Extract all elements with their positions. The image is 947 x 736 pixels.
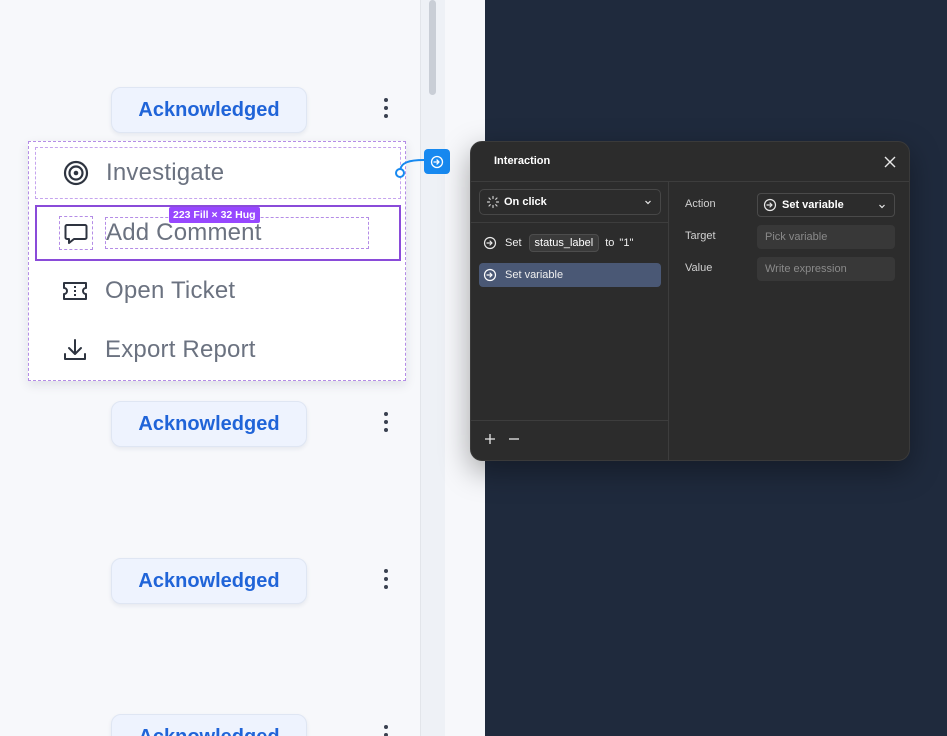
target-icon	[59, 156, 93, 190]
design-canvas[interactable]: Acknowledged Investigate Add Comment Ope…	[0, 0, 420, 736]
action-value: "1"	[619, 237, 634, 249]
download-icon	[58, 333, 92, 367]
divider	[471, 222, 669, 223]
set-variable-icon	[483, 268, 497, 282]
target-field[interactable]: Pick variable	[757, 225, 895, 249]
panel-title: Interaction	[494, 155, 551, 167]
scrollbar-thumb[interactable]	[429, 0, 436, 95]
action-dropdown[interactable]: Set variable	[757, 193, 895, 217]
click-trigger-icon	[486, 195, 500, 209]
more-options-icon[interactable]	[377, 95, 395, 121]
chevron-down-icon	[645, 200, 651, 205]
ticket-icon	[58, 274, 92, 308]
acknowledged-button[interactable]: Acknowledged	[111, 401, 307, 447]
remove-action-icon[interactable]	[507, 432, 521, 446]
value-expression-field[interactable]: Write expression	[757, 257, 895, 281]
action-label: Action	[685, 198, 716, 210]
set-variable-icon	[763, 198, 777, 212]
action-row-set-status-label[interactable]: Set status_label to "1"	[479, 231, 661, 255]
add-action-icon[interactable]	[483, 432, 497, 446]
acknowledged-button[interactable]: Acknowledged	[111, 714, 307, 736]
actions-column: On click Set status_label to "1" Set var…	[471, 182, 669, 460]
action-label: Set variable	[505, 269, 564, 281]
variable-pill[interactable]: status_label	[528, 234, 600, 252]
comment-icon	[59, 216, 93, 250]
action-prefix: Set	[505, 237, 522, 249]
trigger-label: On click	[504, 196, 547, 208]
close-icon[interactable]	[883, 155, 897, 169]
menu-item-label: Open Ticket	[105, 277, 236, 304]
target-label: Target	[685, 230, 716, 242]
prototype-connector[interactable]	[392, 150, 428, 180]
size-badge: 223 Fill × 32 Hug	[169, 207, 260, 223]
acknowledged-button[interactable]: Acknowledged	[111, 558, 307, 604]
interaction-panel: Interaction On click Set status_label to…	[470, 141, 910, 461]
menu-item-export-report[interactable]: Export Report	[35, 324, 401, 376]
action-row-set-variable[interactable]: Set variable	[479, 263, 661, 287]
menu-item-label: Export Report	[105, 336, 256, 363]
menu-item-investigate[interactable]: Investigate	[35, 147, 401, 199]
set-variable-icon	[483, 236, 497, 250]
chevron-down-icon	[879, 204, 885, 209]
more-options-icon[interactable]	[377, 409, 395, 435]
action-connector: to	[605, 237, 615, 249]
scrollbar-track[interactable]	[421, 0, 445, 736]
value-label: Value	[685, 262, 713, 274]
interaction-icon[interactable]	[424, 149, 450, 174]
divider	[471, 420, 669, 421]
acknowledged-button[interactable]: Acknowledged	[111, 87, 307, 133]
trigger-dropdown[interactable]: On click	[479, 189, 661, 215]
action-dropdown-menu: Investigate Add Comment Open Ticket Expo…	[28, 141, 406, 381]
menu-item-open-ticket[interactable]: Open Ticket	[35, 265, 401, 317]
menu-item-label: Investigate	[106, 159, 225, 186]
action-value: Set variable	[782, 199, 844, 211]
more-options-icon[interactable]	[377, 566, 395, 592]
panel-header: Interaction	[471, 142, 909, 182]
more-options-icon[interactable]	[377, 722, 395, 736]
